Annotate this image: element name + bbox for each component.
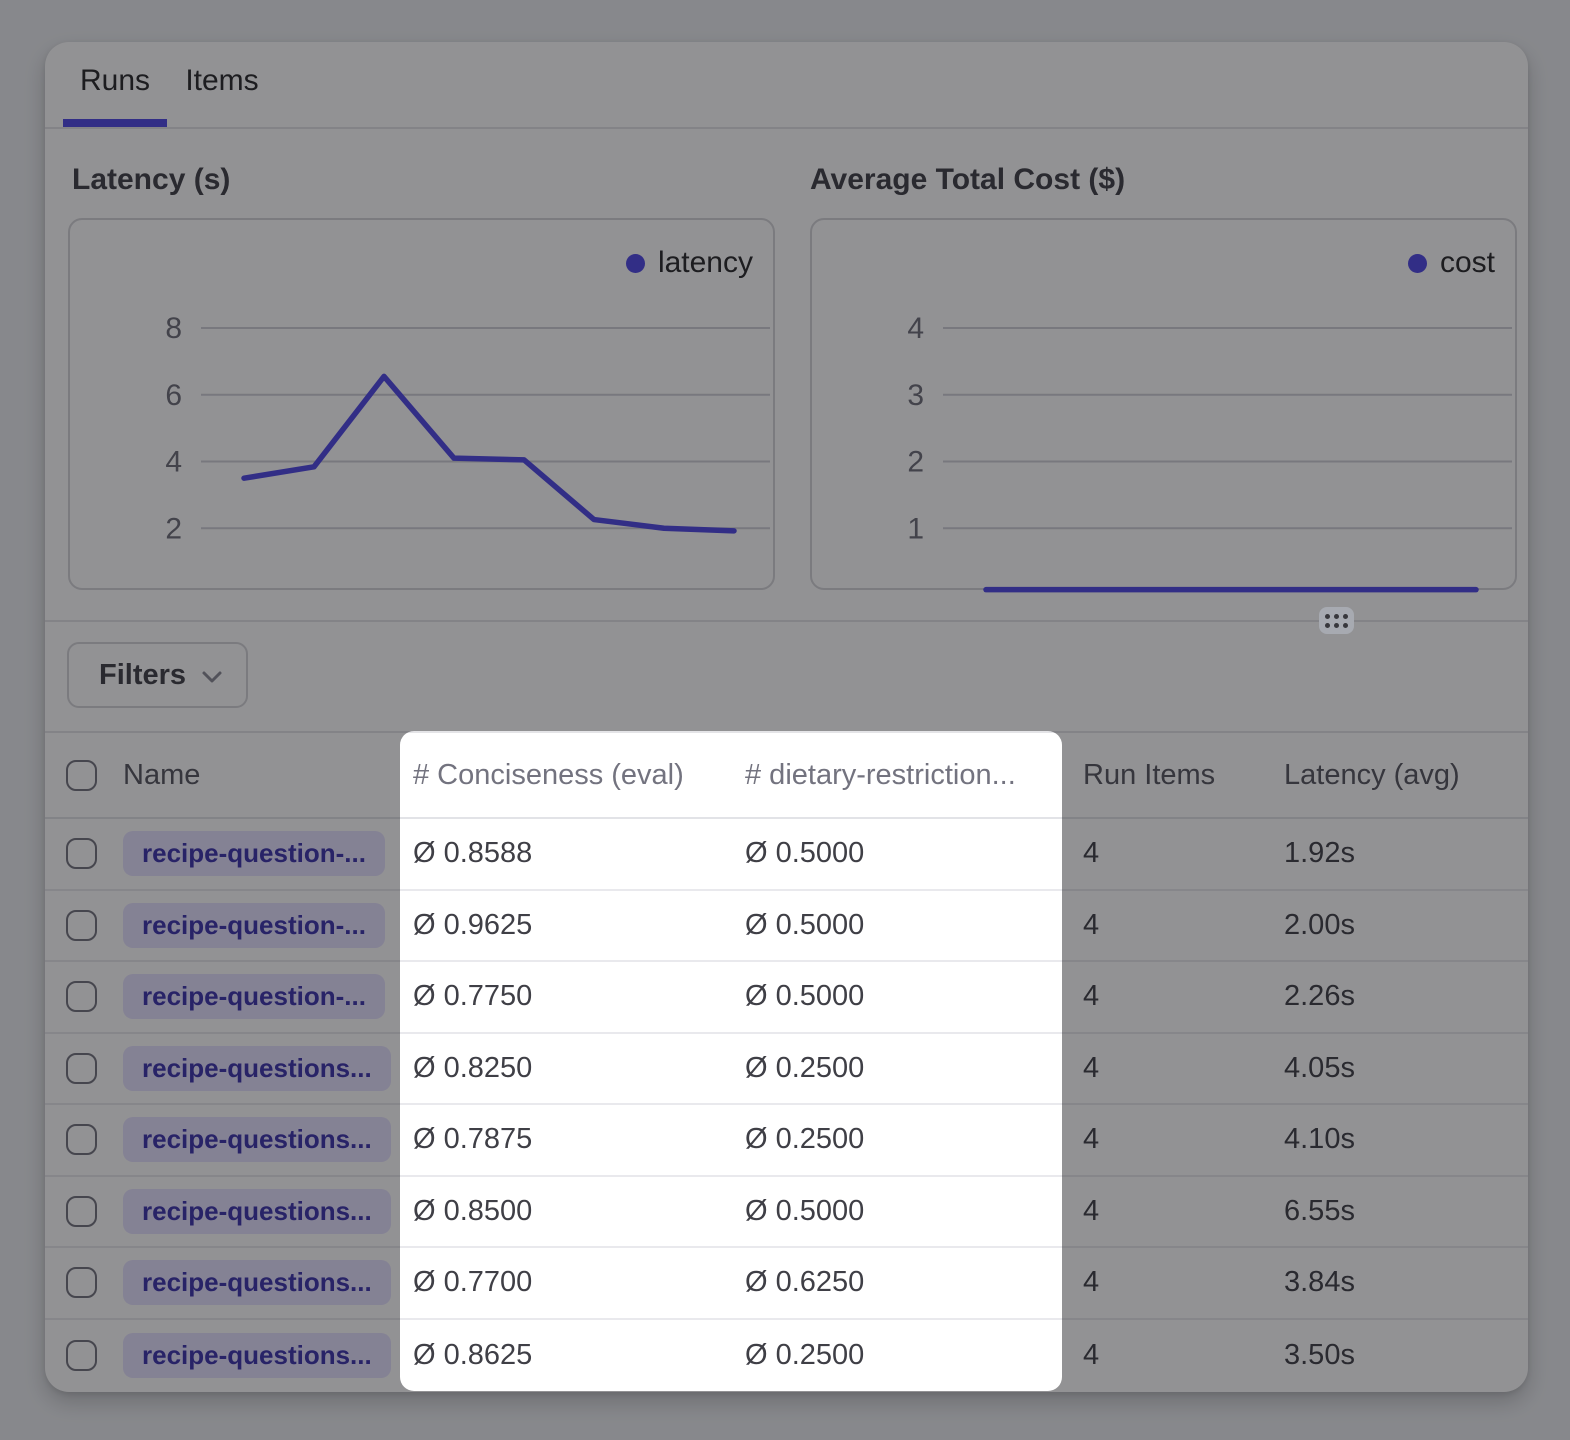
cost-legend-dot-icon bbox=[1408, 254, 1427, 273]
conciseness-value: Ø 0.7700 bbox=[413, 1248, 532, 1318]
select-all-checkbox[interactable] bbox=[66, 760, 97, 791]
table-header-row: Name # Conciseness (eval) # dietary-rest… bbox=[45, 731, 1528, 819]
page: Runs Items Latency (s) Average Total Cos… bbox=[0, 0, 1570, 1440]
dietary-value: Ø 0.2500 bbox=[745, 1105, 864, 1175]
latency-legend-label: latency bbox=[658, 246, 753, 280]
cost-legend-label: cost bbox=[1440, 246, 1495, 280]
run-items-value: 4 bbox=[1083, 819, 1099, 889]
latency-value: 4.05s bbox=[1284, 1034, 1355, 1104]
latency-value: 3.50s bbox=[1284, 1320, 1355, 1392]
run-items-value: 4 bbox=[1083, 1248, 1099, 1318]
runs-table: Name # Conciseness (eval) # dietary-rest… bbox=[45, 731, 1528, 1391]
row-checkbox[interactable] bbox=[66, 1340, 97, 1371]
cost-chart-title: Average Total Cost ($) bbox=[810, 163, 1125, 197]
run-items-value: 4 bbox=[1083, 1320, 1099, 1392]
column-header-run-items: Run Items bbox=[1083, 733, 1215, 817]
active-tab-indicator bbox=[63, 119, 167, 127]
svg-text:6: 6 bbox=[165, 379, 182, 412]
run-items-value: 4 bbox=[1083, 1177, 1099, 1247]
latency-value: 2.26s bbox=[1284, 962, 1355, 1032]
table-row: recipe-questions... Ø 0.8500 Ø 0.5000 4 6.55… bbox=[45, 1177, 1528, 1249]
row-checkbox[interactable] bbox=[66, 1196, 97, 1227]
table-row: recipe-questions... Ø 0.8250 Ø 0.2500 4 4.05… bbox=[45, 1034, 1528, 1106]
conciseness-value: Ø 0.7750 bbox=[413, 962, 532, 1032]
dietary-value: Ø 0.2500 bbox=[745, 1034, 864, 1104]
svg-text:8: 8 bbox=[165, 312, 182, 345]
dietary-value: Ø 0.6250 bbox=[745, 1248, 864, 1318]
column-header-name: Name bbox=[123, 733, 200, 817]
latency-chart: 2 4 6 8 latency bbox=[68, 218, 775, 590]
svg-text:2: 2 bbox=[907, 446, 924, 479]
svg-text:4: 4 bbox=[907, 312, 924, 345]
column-header-latency: Latency (avg) bbox=[1284, 733, 1460, 817]
dietary-value: Ø 0.2500 bbox=[745, 1320, 864, 1392]
latency-value: 6.55s bbox=[1284, 1177, 1355, 1247]
conciseness-value: Ø 0.8625 bbox=[413, 1320, 532, 1392]
dietary-value: Ø 0.5000 bbox=[745, 819, 864, 889]
conciseness-value: Ø 0.9625 bbox=[413, 891, 532, 961]
run-name-badge[interactable]: recipe-question-... bbox=[123, 903, 385, 948]
latency-legend: latency bbox=[626, 246, 753, 280]
latency-value: 1.92s bbox=[1284, 819, 1355, 889]
dietary-value: Ø 0.5000 bbox=[745, 962, 864, 1032]
table-row: recipe-questions... Ø 0.7875 Ø 0.2500 4 4.10… bbox=[45, 1105, 1528, 1177]
conciseness-value: Ø 0.7875 bbox=[413, 1105, 532, 1175]
runs-panel: Runs Items Latency (s) Average Total Cos… bbox=[45, 42, 1528, 1392]
conciseness-value: Ø 0.8250 bbox=[413, 1034, 532, 1104]
run-items-value: 4 bbox=[1083, 891, 1099, 961]
tab-bar: Runs Items bbox=[45, 42, 1528, 129]
filters-button[interactable]: Filters bbox=[67, 642, 248, 708]
filters-button-label: Filters bbox=[99, 659, 186, 692]
latency-legend-dot-icon bbox=[626, 254, 645, 273]
conciseness-value: Ø 0.8500 bbox=[413, 1177, 532, 1247]
dietary-value: Ø 0.5000 bbox=[745, 1177, 864, 1247]
run-name-badge[interactable]: recipe-question-... bbox=[123, 831, 385, 876]
run-name-badge[interactable]: recipe-questions... bbox=[123, 1260, 391, 1305]
tab-items[interactable]: Items bbox=[177, 42, 267, 120]
run-items-value: 4 bbox=[1083, 1034, 1099, 1104]
resize-drag-handle[interactable] bbox=[1319, 607, 1354, 634]
svg-text:3: 3 bbox=[907, 379, 924, 412]
latency-value: 2.00s bbox=[1284, 891, 1355, 961]
run-name-badge[interactable]: recipe-questions... bbox=[123, 1189, 391, 1234]
table-row: recipe-question-... Ø 0.9625 Ø 0.5000 4 2.00… bbox=[45, 891, 1528, 963]
row-checkbox[interactable] bbox=[66, 1053, 97, 1084]
row-checkbox[interactable] bbox=[66, 910, 97, 941]
run-name-badge[interactable]: recipe-questions... bbox=[123, 1117, 391, 1162]
dietary-value: Ø 0.5000 bbox=[745, 891, 864, 961]
section-divider bbox=[45, 620, 1528, 622]
tab-runs[interactable]: Runs bbox=[63, 42, 167, 120]
run-items-value: 4 bbox=[1083, 1105, 1099, 1175]
latency-value: 3.84s bbox=[1284, 1248, 1355, 1318]
table-row: recipe-questions... Ø 0.8625 Ø 0.2500 4 3.50… bbox=[45, 1320, 1528, 1392]
table-row: recipe-question-... Ø 0.7750 Ø 0.5000 4 2.26… bbox=[45, 962, 1528, 1034]
row-checkbox[interactable] bbox=[66, 838, 97, 869]
cost-legend: cost bbox=[1408, 246, 1495, 280]
run-name-badge[interactable]: recipe-questions... bbox=[123, 1046, 391, 1091]
column-header-dietary: # dietary-restriction... bbox=[745, 733, 1016, 817]
column-header-conciseness: # Conciseness (eval) bbox=[413, 733, 684, 817]
svg-text:4: 4 bbox=[165, 446, 182, 479]
grip-dots-icon bbox=[1325, 614, 1348, 628]
svg-text:2: 2 bbox=[165, 512, 182, 545]
conciseness-value: Ø 0.8588 bbox=[413, 819, 532, 889]
cost-chart: 1 2 3 4 cost bbox=[810, 218, 1517, 590]
table-row: recipe-question-... Ø 0.8588 Ø 0.5000 4 1.92… bbox=[45, 819, 1528, 891]
chevron-down-icon bbox=[201, 670, 223, 684]
run-name-badge[interactable]: recipe-question-... bbox=[123, 974, 385, 1019]
latency-chart-title: Latency (s) bbox=[72, 163, 230, 197]
row-checkbox[interactable] bbox=[66, 1124, 97, 1155]
row-checkbox[interactable] bbox=[66, 1267, 97, 1298]
run-items-value: 4 bbox=[1083, 962, 1099, 1032]
run-name-badge[interactable]: recipe-questions... bbox=[123, 1333, 391, 1378]
row-checkbox[interactable] bbox=[66, 981, 97, 1012]
latency-value: 4.10s bbox=[1284, 1105, 1355, 1175]
svg-text:1: 1 bbox=[907, 512, 924, 545]
table-row: recipe-questions... Ø 0.7700 Ø 0.6250 4 3.84… bbox=[45, 1248, 1528, 1320]
